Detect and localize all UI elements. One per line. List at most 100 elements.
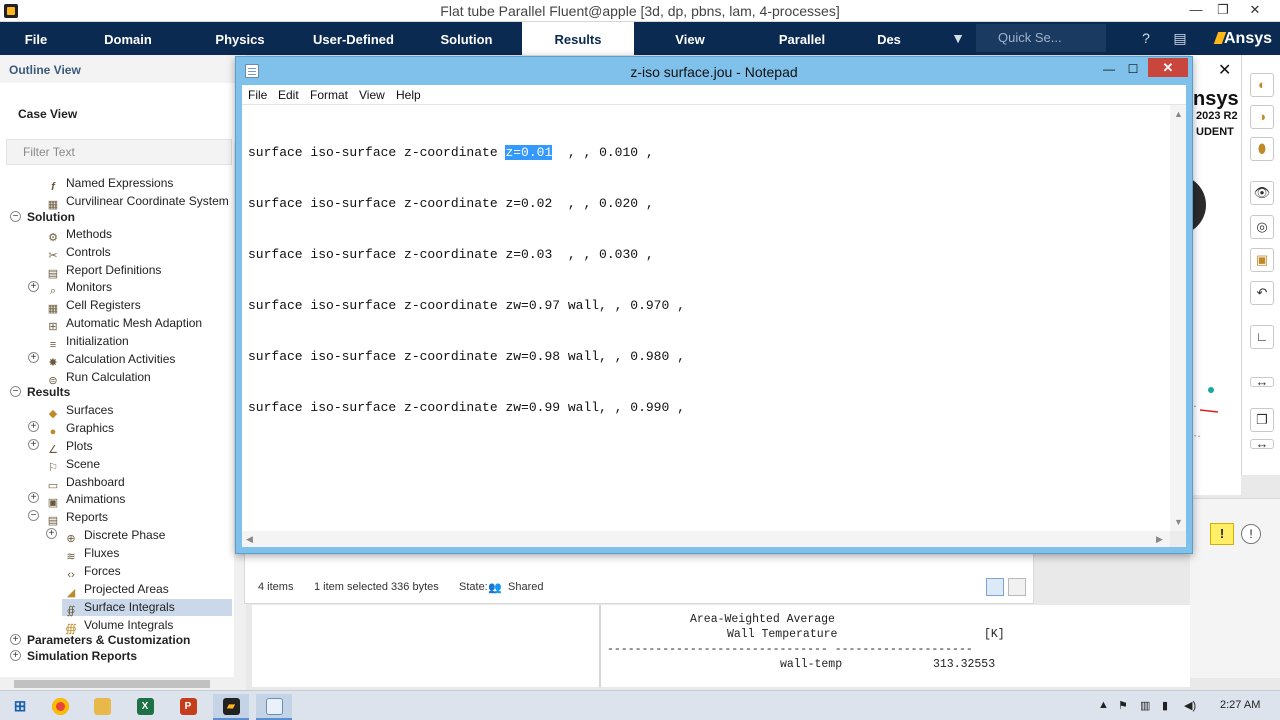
tree-item-calculation-activities[interactable]: ✸ Calculation Activities (46, 351, 175, 369)
notepad-minimize-button[interactable]: — (1096, 59, 1122, 79)
size-grip[interactable] (1170, 531, 1186, 547)
tree-item-controls[interactable]: ✂ Controls (46, 244, 110, 262)
clock[interactable]: 2:27 AM (1220, 699, 1260, 711)
details-view-button[interactable] (986, 578, 1004, 596)
warning-icon[interactable]: ! (1210, 523, 1234, 545)
graphics-close-icon[interactable]: ✕ (1218, 60, 1231, 80)
collapse-reports-icon[interactable]: − (28, 510, 39, 521)
expand-simulation-reports-icon[interactable]: + (10, 650, 21, 661)
tree-item-surface-integrals[interactable]: ∯ Surface Integrals (62, 599, 232, 617)
tree-item-solution[interactable]: Solution (27, 209, 75, 226)
tree-item-animations[interactable]: ▣ Animations (46, 491, 126, 509)
zoom-icon[interactable]: ↔ (1250, 437, 1274, 450)
display-edges-icon[interactable]: ⬮ (1250, 137, 1274, 161)
notepad-horizontal-scrollbar[interactable]: ◀ ▶ (242, 531, 1170, 547)
scroll-up-icon[interactable]: ▲ (1174, 109, 1183, 119)
collapse-results-icon[interactable]: − (10, 386, 21, 397)
pan-icon[interactable]: ↔ (1250, 375, 1274, 388)
flag-icon[interactable]: ⚑ (1118, 699, 1128, 712)
filter-text-input[interactable]: Filter Text (6, 139, 232, 165)
tree-item-discrete-phase[interactable]: ⊕ Discrete Phase (64, 527, 165, 545)
menu-file[interactable]: File (248, 88, 267, 102)
tab-solution[interactable]: Solution (411, 22, 522, 55)
axes-icon[interactable]: ∟ (1250, 325, 1274, 349)
tree-item-forces[interactable]: ‹› Forces (64, 563, 120, 581)
help-icon[interactable]: ? (1136, 28, 1156, 48)
taskbar-excel[interactable]: X (127, 694, 163, 720)
tree-item-automatic-mesh-adaption[interactable]: ⊞ Automatic Mesh Adaption (46, 315, 202, 333)
taskbar-powerpoint[interactable]: P (170, 694, 206, 720)
tab-design[interactable]: Des (858, 22, 920, 55)
expand-animations-icon[interactable]: + (28, 492, 39, 503)
notepad-vertical-scrollbar[interactable]: ▲ ▼ (1170, 105, 1186, 531)
tab-results[interactable]: Results (522, 22, 634, 55)
taskbar-notepad[interactable] (256, 694, 292, 720)
expand-graphics-icon[interactable]: + (28, 421, 39, 432)
menu-help[interactable]: Help (396, 88, 421, 102)
tree-item-cell-registers[interactable]: ▦ Cell Registers (46, 297, 141, 315)
tree-item-report-definitions[interactable]: ▤ Report Definitions (46, 262, 162, 280)
volume-icon[interactable]: ◀) (1184, 699, 1196, 712)
network-icon[interactable]: ▥ (1140, 699, 1150, 712)
tree-item-scene[interactable]: ⚐ Scene (46, 456, 100, 474)
notepad-maximize-button[interactable]: ☐ (1120, 59, 1146, 79)
info-icon[interactable]: ! (1241, 524, 1261, 544)
tree-item-projected-areas[interactable]: ◢ Projected Areas (64, 581, 169, 599)
dropdown-icon[interactable]: ▼ (948, 28, 968, 48)
taskbar-fluent[interactable]: ▰ (213, 694, 249, 720)
outline-horizontal-scrollbar[interactable] (0, 677, 246, 691)
minimize-button[interactable]: — (1181, 0, 1211, 22)
expand-calculation-activities-icon[interactable]: + (28, 352, 39, 363)
layers-icon[interactable]: ▣ (1250, 248, 1274, 272)
tree-item-fluxes[interactable]: ≋ Fluxes (64, 545, 119, 563)
view-icon[interactable]: 👁 (1250, 181, 1274, 205)
menu-view[interactable]: View (359, 88, 385, 102)
tree-item-initialization[interactable]: ≡ Initialization (46, 333, 129, 351)
tray-expand-icon[interactable]: ▲ (1098, 699, 1109, 711)
taskbar-chrome[interactable] (42, 694, 78, 720)
tab-parallel[interactable]: Parallel (746, 22, 858, 55)
copy-icon[interactable]: ❐ (1250, 408, 1274, 432)
quick-search-input[interactable]: Quick Se... (976, 24, 1106, 52)
notepad-close-button[interactable]: ✕ (1148, 58, 1188, 77)
notes-icon[interactable]: ▤ (1170, 28, 1190, 48)
tree-item-simulation-reports[interactable]: Simulation Reports (27, 648, 137, 665)
tree-item-methods[interactable]: ⚙ Methods (46, 226, 112, 244)
tree-item-graphics[interactable]: ● Graphics (46, 420, 114, 438)
rotate-icon[interactable]: ↶ (1250, 281, 1274, 305)
expand-parameters-icon[interactable]: + (10, 634, 21, 645)
expand-plots-icon[interactable]: + (28, 439, 39, 450)
scroll-left-icon[interactable]: ◀ (246, 534, 253, 545)
case-view-header[interactable]: Case View (0, 105, 236, 125)
tree-item-reports[interactable]: ▤ Reports (46, 509, 108, 527)
start-button[interactable]: ⊞ (2, 694, 38, 720)
tab-view[interactable]: View (634, 22, 746, 55)
scroll-down-icon[interactable]: ▼ (1174, 517, 1183, 527)
tree-item-named-expressions[interactable]: f Named Expressions (46, 175, 173, 193)
outline-hscroll-thumb[interactable] (14, 680, 210, 688)
large-icons-view-button[interactable] (1008, 578, 1026, 596)
expand-monitors-icon[interactable]: + (28, 281, 39, 292)
notepad-text-area[interactable]: surface iso-surface z-coordinate z=0.01 … (242, 105, 1186, 547)
tree-item-results[interactable]: Results (27, 384, 70, 401)
collapse-solution-icon[interactable]: − (10, 211, 21, 222)
display-mesh-icon[interactable]: ◑ (1250, 105, 1274, 129)
tree-item-monitors[interactable]: ⌕ Monitors (46, 279, 112, 297)
menu-format[interactable]: Format (310, 88, 348, 102)
tab-domain[interactable]: Domain (72, 22, 184, 55)
tree-item-surfaces[interactable]: ◆ Surfaces (46, 402, 114, 420)
close-button[interactable]: ✕ (1240, 0, 1270, 22)
display-surface-icon[interactable]: ◐ (1250, 73, 1274, 97)
battery-icon[interactable]: ▮ (1162, 699, 1168, 712)
expand-discrete-phase-icon[interactable]: + (46, 528, 57, 539)
tab-file[interactable]: File (0, 22, 72, 55)
tree-item-dashboard[interactable]: ▭ Dashboard (46, 474, 125, 492)
tab-physics[interactable]: Physics (184, 22, 296, 55)
tree-item-parameters-customization[interactable]: Parameters & Customization (27, 632, 190, 649)
tree-item-curvilinear-coordinate-system[interactable]: ▦ Curvilinear Coordinate System (46, 193, 229, 211)
tree-item-plots[interactable]: ∠ Plots (46, 438, 93, 456)
menu-edit[interactable]: Edit (278, 88, 299, 102)
hide-icon[interactable]: ◎ (1250, 215, 1274, 239)
tab-user-defined[interactable]: User-Defined (296, 22, 411, 55)
taskbar-file-explorer[interactable] (84, 694, 120, 720)
